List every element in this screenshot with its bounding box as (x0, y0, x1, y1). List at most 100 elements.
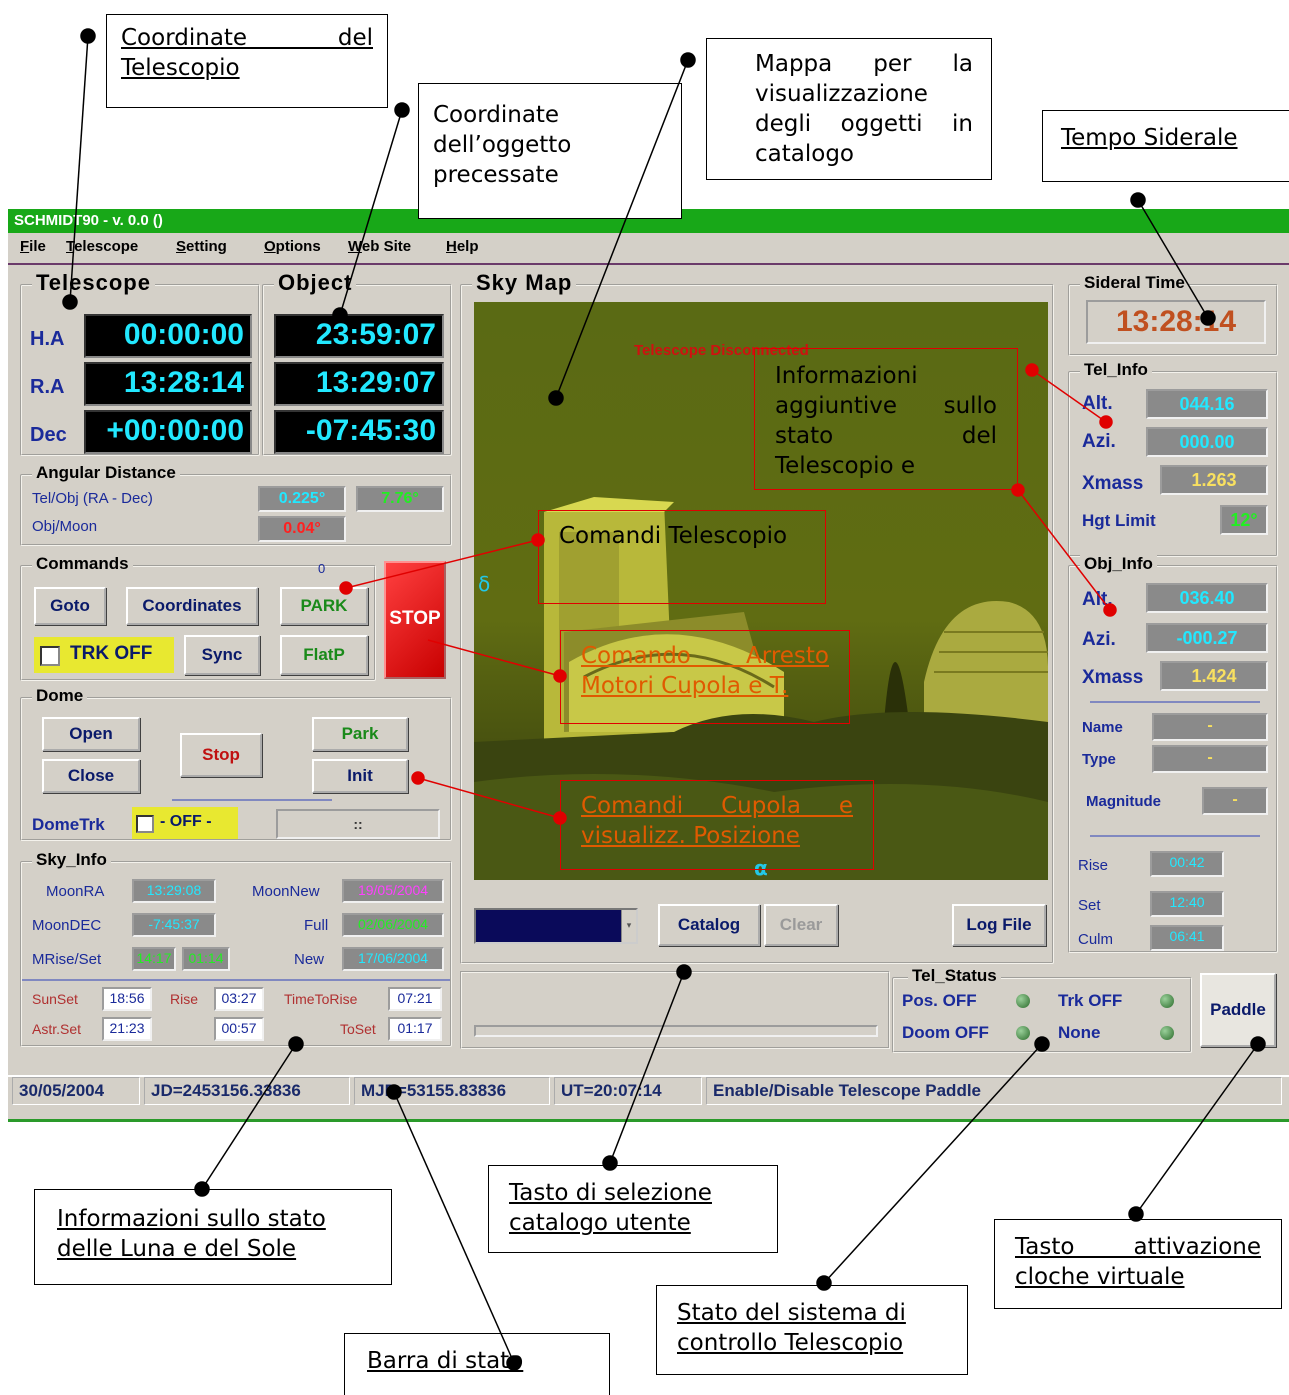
menu-telescope[interactable]: Telescope (66, 238, 138, 255)
obj-name-field: - (1152, 713, 1268, 741)
obj-moon-label: Obj/Moon (32, 518, 98, 535)
astr-rise-field: 00:57 (214, 1017, 264, 1041)
clear-button[interactable]: Clear (764, 904, 838, 946)
object-dec-display: -07:45:30 (274, 410, 444, 454)
dome-park-button[interactable]: Park (312, 717, 408, 751)
note-barra-di-stato: Barra di stato (344, 1333, 610, 1395)
obj-magnitude-label: Magnitude (1086, 793, 1161, 810)
sync-button[interactable]: Sync (184, 635, 260, 675)
rise-label: Rise (170, 991, 199, 1007)
menu-file[interactable]: File (20, 238, 46, 255)
note-catalogo: Tasto di selezione catalogo utente (488, 1165, 778, 1253)
tel-alt-field: 044.16 (1146, 389, 1268, 419)
tel-status-label: Tel_Status (908, 966, 1001, 986)
sunset-field: 18:56 (102, 987, 152, 1011)
catalog-dropdown-icon[interactable]: ▾ (621, 910, 636, 942)
pos-status-label: Pos. OFF (902, 991, 977, 1010)
catalog-button[interactable]: Catalog (658, 904, 760, 946)
trk-status-led (1160, 994, 1174, 1008)
log-file-button[interactable]: Log File (952, 904, 1046, 946)
note-catalogo-text: Tasto di selezione catalogo utente (509, 1180, 712, 1236)
progress-panel (460, 971, 890, 1049)
trk-status-label: Trk OFF (1058, 991, 1123, 1010)
dome-stop-button[interactable]: Stop (180, 733, 262, 777)
note-comandi-cupola-text: Comandi Cupola e visualizz. Posizione (581, 793, 853, 849)
catalog-select[interactable]: ▾ (474, 908, 638, 944)
status-bar: 30/05/2004 JD=2453156.33836 MJD=53155.83… (8, 1075, 1289, 1109)
moon-set-field: 01:14 (182, 947, 230, 971)
note-tempo-siderale-text: Tempo Siderale (1061, 125, 1238, 151)
tel-azi-label: Azi. (1082, 431, 1116, 452)
new-label: New (294, 951, 325, 968)
park-button[interactable]: PARK (280, 587, 368, 625)
moon-ra-field: 13:29:08 (132, 879, 216, 903)
obj-magnitude-field: - (1202, 787, 1268, 815)
coordinates-button[interactable]: Coordinates (126, 587, 258, 625)
note-coordinate-oggetto-text: Coordinate dell’oggetto precessate (433, 102, 572, 188)
tel-alt-label: Alt. (1082, 393, 1113, 414)
full-moon-field: 02/06/2004 (342, 913, 444, 937)
sky-info-group: Sky_Info MoonRA 13:29:08 MoonNew 19/05/2… (20, 850, 452, 1047)
flatp-button[interactable]: FlatP (280, 635, 368, 675)
menu-options[interactable]: Options (264, 238, 321, 255)
object-group: Object 23:59:07 13:29:07 -07:45:30 (262, 270, 452, 456)
telescope-dec-display: +00:00:00 (84, 410, 252, 454)
obj-set-label: Set (1078, 897, 1101, 914)
stop-button[interactable]: STOP (384, 561, 446, 679)
status-ut: UT=20:07:14 (554, 1077, 702, 1105)
note-stato-sistema: Stato del sistema di controllo Telescopi… (656, 1285, 968, 1375)
moon-dec-field: -7:45:37 (132, 913, 216, 937)
dome-open-button[interactable]: Open (42, 717, 140, 751)
commands-group: Commands 0 Goto Coordinates PARK TRK OFF… (20, 554, 376, 681)
dome-close-button[interactable]: Close (42, 759, 140, 793)
dec-label: Dec (30, 424, 67, 446)
note-luna-sole: Informazioni sullo stato delle Luna e de… (34, 1189, 392, 1285)
dome-position-field: :: (276, 809, 440, 839)
hgt-limit-label: Hgt Limit (1082, 511, 1156, 530)
note-cloche-text: Tasto attivazione cloche virtuale (1015, 1234, 1261, 1290)
doom-status-led (1016, 1026, 1030, 1040)
paddle-button[interactable]: Paddle (1200, 973, 1276, 1047)
dome-trk-value: - OFF - (160, 813, 212, 830)
telescope-group: Telescope H.A R.A Dec 00:00:00 13:28:14 … (20, 270, 260, 456)
obj-name-label: Name (1082, 719, 1123, 736)
dome-trk-checkbox[interactable] (136, 815, 154, 833)
tel-obj-label: Tel/Obj (RA - Dec) (32, 490, 153, 507)
dome-label: Dome (32, 686, 88, 706)
goto-button[interactable]: Goto (34, 587, 106, 625)
trk-checkbox[interactable] (40, 646, 60, 666)
sky-info-label: Sky_Info (32, 850, 111, 870)
time-to-rise-field: 07:21 (388, 987, 442, 1011)
trk-toggle[interactable]: TRK OFF (34, 637, 174, 673)
note-barra-di-stato-text: Barra di stato (367, 1348, 524, 1374)
doom-status-label: Doom OFF (902, 1023, 989, 1042)
tel-obj-dec-field: 7.76° (356, 486, 444, 512)
sunrise-field: 03:27 (214, 987, 264, 1011)
moon-rise-field: 14:17 (132, 947, 176, 971)
sky-info-divider (22, 979, 450, 981)
note-luna-sole-text: Informazioni sullo stato delle Luna e de… (57, 1206, 326, 1262)
time-to-rise-label: TimeToRise (284, 991, 358, 1007)
telescope-ha-display: 00:00:00 (84, 314, 252, 358)
to-set-field: 01:17 (388, 1017, 442, 1041)
note-comandi-telescopio: Comandi Telescopio (538, 510, 826, 604)
sidereal-time-label: Sideral Time (1080, 273, 1189, 293)
astr-set-field: 21:23 (102, 1017, 152, 1041)
dome-trk-toggle[interactable]: - OFF - (132, 807, 238, 839)
object-ra-display: 13:29:07 (274, 362, 444, 406)
pos-status-led (1016, 994, 1030, 1008)
obj-alt-label: Alt. (1082, 589, 1113, 610)
status-message: Enable/Disable Telescope Paddle (706, 1077, 1282, 1105)
menu-web-site[interactable]: Web Site (348, 238, 411, 255)
none-status-led (1160, 1026, 1174, 1040)
menu-help[interactable]: Help (446, 238, 479, 255)
note-tempo-siderale: Tempo Siderale (1042, 110, 1289, 182)
tel-info-group: Tel_Info Alt. 044.16 Azi. 000.00 Xmass 1… (1068, 360, 1278, 557)
obj-xmass-field: 1.424 (1160, 661, 1268, 691)
commands-label: Commands (32, 554, 133, 574)
angular-distance-label: Angular Distance (32, 463, 180, 483)
menu-setting[interactable]: Setting (176, 238, 227, 255)
note-comandi-telescopio-text: Comandi Telescopio (559, 523, 788, 549)
dome-init-button[interactable]: Init (312, 759, 408, 793)
moon-new-label: MoonNew (252, 883, 320, 900)
